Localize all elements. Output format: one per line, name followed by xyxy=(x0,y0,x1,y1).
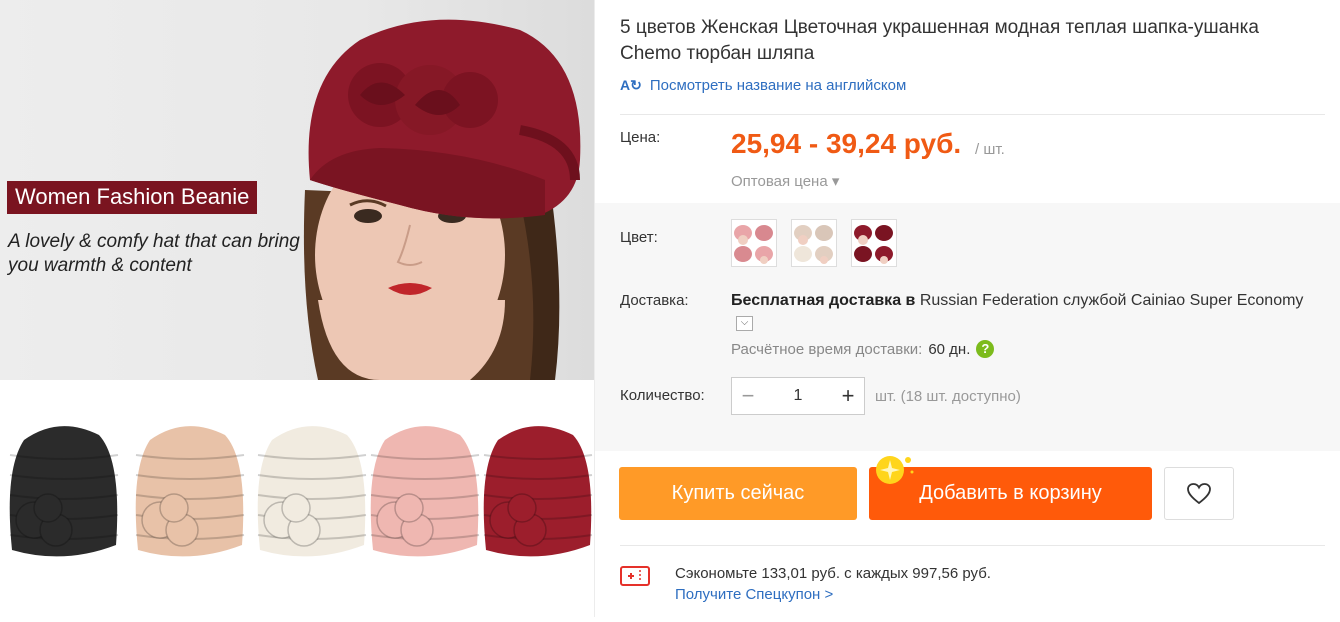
shipping-label: Доставка: xyxy=(620,292,689,309)
quantity-increase-button[interactable]: + xyxy=(832,383,864,409)
quantity-stepper: − 1 + xyxy=(731,377,865,415)
quantity-label: Количество: xyxy=(620,387,705,404)
color-swatch-beige[interactable] xyxy=(791,219,837,267)
product-title: 5 цветов Женская Цветочная украшенная мо… xyxy=(620,17,1259,64)
thumbnail-burgundy[interactable] xyxy=(483,426,593,557)
quantity-value[interactable]: 1 xyxy=(794,387,803,405)
shipping-service[interactable]: Cainiao Super Economy xyxy=(1131,292,1304,309)
hero-badge: Women Fashion Beanie xyxy=(7,181,258,214)
price-unit: / шт. xyxy=(975,141,1005,158)
coupon-icon xyxy=(620,566,650,586)
delivery-time-value: 60 дн. xyxy=(928,340,971,358)
delivery-time-label: Расчётное время доставки: xyxy=(731,340,923,358)
hat-thumbnails-illustration xyxy=(9,426,593,557)
shipping-info: Бесплатная доставка в Russian Federation… xyxy=(731,292,1340,310)
translate-title-link[interactable]: A↻ Посмотреть название на английском xyxy=(620,77,906,94)
color-thumbnails-strip xyxy=(0,380,594,617)
thumbnail-pink[interactable] xyxy=(370,426,480,557)
product-gallery: Women Fashion Beanie A lovely & comfy ha… xyxy=(0,0,594,617)
wishlist-button[interactable] xyxy=(1164,467,1234,520)
translate-title-label: Посмотреть название на английском xyxy=(649,77,907,94)
quantity-decrease-button[interactable]: − xyxy=(732,383,764,409)
price-value: 25,94 - 39,24 руб. xyxy=(731,128,962,159)
hero-tagline: A lovely & comfy hat that can bring you … xyxy=(8,231,300,276)
divider xyxy=(620,114,1325,115)
coupon-savings-text: Сэкономьте 133,01 руб. с каждых 997,56 р… xyxy=(675,565,991,582)
translate-icon: A↻ xyxy=(620,77,642,93)
help-question-icon[interactable]: ? xyxy=(976,340,995,358)
product-info-panel: 5 цветов Женская Цветочная украшенная мо… xyxy=(595,0,1340,617)
stock-available: шт. (18 шт. доступно) xyxy=(875,388,1021,405)
thumbnail-beige[interactable] xyxy=(135,426,245,557)
sparkle-icon xyxy=(876,456,914,484)
wholesale-price-toggle[interactable]: Оптовая цена ▾ xyxy=(731,172,839,190)
heart-icon xyxy=(1187,482,1211,504)
color-swatch-burgundy[interactable] xyxy=(851,219,897,267)
divider xyxy=(620,545,1325,546)
shipping-country[interactable]: Russian Federation xyxy=(920,292,1059,309)
main-product-image[interactable]: Women Fashion Beanie A lovely & comfy ha… xyxy=(0,0,594,380)
delivery-time: Расчётное время доставки: 60 дн. ? xyxy=(731,340,995,358)
free-shipping-text: Бесплатная доставка в xyxy=(731,292,916,309)
thumbnail-black[interactable] xyxy=(9,426,119,557)
shipping-options-chevron-down-icon[interactable]: ⌵ xyxy=(736,316,753,331)
buy-now-button[interactable]: Купить сейчас xyxy=(619,467,857,520)
thumbnail-white[interactable] xyxy=(257,426,367,557)
options-area xyxy=(595,203,1340,451)
color-swatch-pink[interactable] xyxy=(731,219,777,267)
get-coupon-link[interactable]: Получите Спецкупон > xyxy=(675,586,833,603)
shipping-by-text: службой xyxy=(1063,292,1127,309)
price-label: Цена: xyxy=(620,129,661,146)
color-label: Цвет: xyxy=(620,229,658,246)
